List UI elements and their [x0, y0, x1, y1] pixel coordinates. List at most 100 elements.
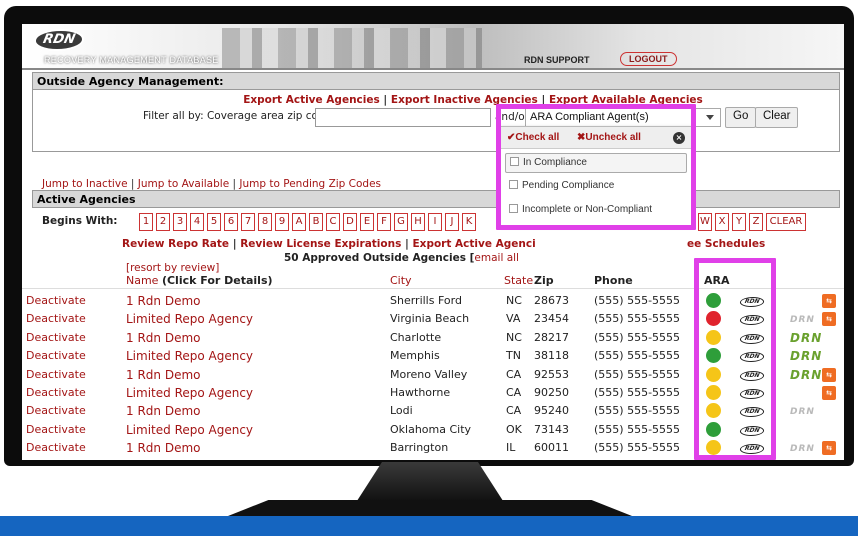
export-active-agencies-link[interactable]: Export Active Agenci: [413, 238, 536, 250]
check-all-button[interactable]: ✔Check all: [507, 132, 559, 143]
drn-green-icon: DRN: [790, 367, 823, 382]
transfer-icon[interactable]: ⇆: [822, 367, 836, 382]
letter-filter-9[interactable]: 9: [275, 213, 289, 231]
letter-filter-j[interactable]: J: [445, 213, 459, 231]
deactivate-link[interactable]: Deactivate: [26, 368, 86, 381]
uncheck-all-button[interactable]: ✖Uncheck all: [577, 132, 641, 143]
export-inactive-link[interactable]: Export Inactive Agencies: [391, 94, 538, 106]
logout-button[interactable]: LOGOUT: [620, 52, 677, 66]
jump-links: Jump to Inactive | Jump to Available | J…: [42, 178, 381, 190]
letter-filter-c[interactable]: C: [326, 213, 340, 231]
review-license-link[interactable]: Review License Expirations: [240, 238, 401, 250]
deactivate-link[interactable]: Deactivate: [26, 331, 86, 344]
agency-name-link[interactable]: 1 Rdn Demo: [126, 441, 200, 455]
zip-cell: 90250: [534, 386, 569, 399]
deactivate-link[interactable]: Deactivate: [26, 404, 86, 417]
agency-name-link[interactable]: 1 Rdn Demo: [126, 331, 200, 345]
transfer-icon[interactable]: ⇆: [822, 294, 836, 308]
agency-name-link[interactable]: 1 Rdn Demo: [126, 294, 200, 308]
agency-name-link[interactable]: 1 Rdn Demo: [126, 404, 200, 418]
transfer-icon[interactable]: ⇆: [822, 386, 836, 400]
pipe: |: [405, 238, 413, 250]
letter-filter-i[interactable]: I: [428, 213, 442, 231]
city-cell: Moreno Valley: [390, 367, 468, 381]
letter-filter-f[interactable]: F: [377, 213, 391, 231]
state-cell: CA: [506, 367, 522, 381]
letter-filter-w[interactable]: W: [698, 213, 712, 231]
agency-name-link[interactable]: Limited Repo Agency: [126, 423, 253, 437]
letter-filter-b[interactable]: B: [309, 213, 323, 231]
letter-filter-z[interactable]: Z: [749, 213, 763, 231]
letter-filter-a[interactable]: A: [292, 213, 306, 231]
jump-inactive-link[interactable]: Jump to Inactive: [42, 178, 128, 190]
zip-code-input[interactable]: [315, 108, 491, 127]
option-label: In Compliance: [523, 157, 587, 168]
pipe: |: [541, 94, 549, 106]
jump-available-link[interactable]: Jump to Available: [138, 178, 229, 190]
deactivate-link[interactable]: Deactivate: [26, 441, 86, 454]
review-repo-rate-link[interactable]: Review Repo Rate: [122, 238, 229, 250]
letter-filter-5[interactable]: 5: [207, 213, 221, 231]
name-header-label: Name: [126, 274, 159, 287]
letter-filter-y[interactable]: Y: [732, 213, 746, 231]
ara-compliance-select[interactable]: ARA Compliant Agent(s): [525, 108, 721, 127]
rdn-logo[interactable]: RDN: [31, 29, 87, 51]
letter-filter-2[interactable]: 2: [156, 213, 170, 231]
agency-name-link[interactable]: 1 Rdn Demo: [126, 368, 200, 382]
rdn-badge-icon: RDN: [738, 370, 766, 381]
deactivate-link[interactable]: Deactivate: [26, 312, 86, 325]
deactivate-link[interactable]: Deactivate: [26, 349, 86, 362]
deactivate-link[interactable]: Deactivate: [26, 294, 86, 307]
letter-filter-6[interactable]: 6: [224, 213, 238, 231]
letter-filter-g[interactable]: G: [394, 213, 408, 231]
drn-green-icon: DRN: [790, 330, 823, 345]
option-in-compliance[interactable]: In Compliance: [505, 153, 687, 173]
letter-filter-e[interactable]: E: [360, 213, 374, 231]
letter-filter-1[interactable]: 1: [139, 213, 153, 231]
letter-filter-k[interactable]: K: [462, 213, 476, 231]
deactivate-link[interactable]: Deactivate: [26, 423, 86, 436]
drn-gray-icon: DRN: [790, 444, 815, 455]
letter-filter-8[interactable]: 8: [258, 213, 272, 231]
close-icon[interactable]: ×: [673, 132, 685, 144]
letter-filter-x[interactable]: X: [715, 213, 729, 231]
filter-label: Filter all by: Coverage area zip code:: [143, 110, 335, 122]
city-cell: Oklahoma City: [390, 422, 472, 436]
city-cell: Charlotte: [390, 330, 442, 344]
letter-filter-h[interactable]: H: [411, 213, 425, 231]
agency-name-link[interactable]: Limited Repo Agency: [126, 349, 253, 363]
option-non-compliant[interactable]: Incomplete or Non-Compliant: [505, 201, 687, 221]
agency-name-link[interactable]: Limited Repo Agency: [126, 386, 253, 400]
clear-button[interactable]: Clear: [755, 107, 799, 128]
city-column-header[interactable]: City: [390, 274, 412, 287]
export-available-link[interactable]: Export Available Agencies: [549, 94, 703, 106]
letter-filter-4[interactable]: 4: [190, 213, 204, 231]
city-cell: Memphis: [390, 349, 440, 363]
state-column-header[interactable]: State: [504, 274, 533, 287]
option-pending-compliance[interactable]: Pending Compliance: [505, 177, 687, 197]
letter-filter-7[interactable]: 7: [241, 213, 255, 231]
name-column-header[interactable]: Name (Click For Details): [126, 274, 273, 287]
letter-filter-clear[interactable]: CLEAR: [766, 213, 806, 231]
outside-agency-title: Outside Agency Management:: [32, 72, 840, 90]
rdn-support-link[interactable]: RDN SUPPORT: [524, 55, 590, 65]
phone-cell: (555) 555-5555: [594, 367, 681, 381]
table-row: Deactivate Limited Repo Agency Hawthorne CA…: [22, 384, 844, 402]
letter-filter-3[interactable]: 3: [173, 213, 187, 231]
jump-pending-link[interactable]: Jump to Pending Zip Codes: [239, 178, 381, 190]
letter-filter-d[interactable]: D: [343, 213, 357, 231]
transfer-icon[interactable]: ⇆: [822, 441, 836, 456]
email-all-link[interactable]: email all: [474, 252, 519, 264]
outside-agency-panel: Export Active Agencies | Export Inactive…: [32, 90, 840, 152]
go-button[interactable]: Go: [725, 107, 757, 128]
fee-schedules-link[interactable]: ee Schedules: [687, 238, 765, 250]
transfer-icon[interactable]: ⇆: [822, 312, 836, 327]
table-row: Deactivate 1 Rdn Demo Moreno Valley CA 92553…: [22, 366, 844, 384]
deactivate-link[interactable]: Deactivate: [26, 386, 86, 399]
resort-by-review-link[interactable]: [resort by review]: [126, 262, 219, 274]
export-active-link[interactable]: Export Active Agencies: [243, 94, 380, 106]
approved-text: 50 Approved Outside Agencies [: [284, 252, 475, 264]
zip-cell: 92553: [534, 367, 569, 381]
agency-name-link[interactable]: Limited Repo Agency: [126, 312, 253, 326]
phone-column-header: Phone: [594, 274, 633, 287]
